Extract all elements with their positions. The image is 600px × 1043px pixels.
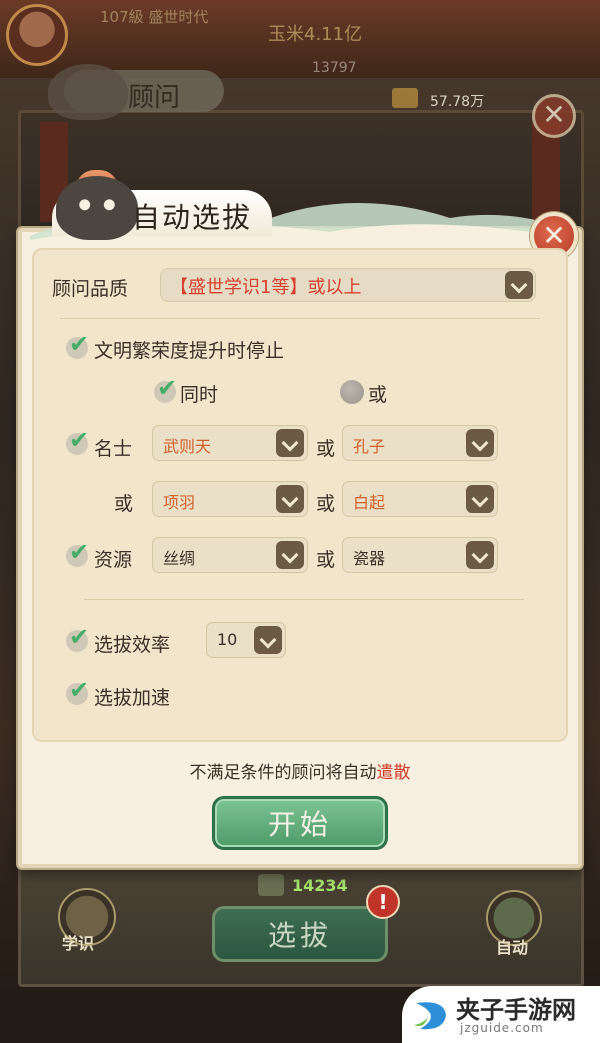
divider — [60, 318, 540, 319]
celebrity-dropdown-1[interactable]: 武则天 — [152, 425, 308, 461]
efficiency-label: 选拔效率 — [94, 634, 171, 656]
stat-value: 13797 — [312, 60, 357, 76]
celebrity-dropdown-2[interactable]: 孔子 — [342, 425, 498, 461]
power-value: 玉米4.11亿 — [268, 24, 363, 45]
check-icon: ✔ — [69, 623, 90, 651]
footnote-warning: 遣散 — [376, 763, 411, 783]
player-level: 107級 盛世时代 — [100, 8, 209, 26]
chevron-down-icon — [254, 626, 282, 654]
or-label: 或 — [316, 493, 336, 515]
footnote-text: 不满足条件的顾问将自动 — [189, 763, 377, 783]
efficiency-checkbox[interactable]: ✔ — [66, 623, 92, 653]
simultaneous-label: 同时 — [180, 384, 219, 406]
watermark-url: jzguide.com — [460, 1021, 544, 1035]
watermark-text: 夹子手游网 — [456, 996, 576, 1024]
resource-label: 资源 — [94, 549, 133, 571]
mascot-icon — [56, 176, 138, 240]
or-mode-label: 或 — [368, 384, 388, 406]
resource-checkbox[interactable]: ✔ — [66, 538, 92, 568]
watermark-logo-icon — [414, 1002, 446, 1030]
accelerate-checkbox[interactable]: ✔ — [66, 676, 92, 706]
dropdown-value: 项羽 — [163, 493, 196, 512]
or-label: 或 — [114, 493, 134, 515]
start-button-label: 开始 — [267, 808, 332, 841]
chevron-down-icon — [276, 541, 304, 569]
auto-button-label: 自动 — [496, 938, 529, 957]
select-button-label: 选拔 — [267, 919, 332, 952]
chevron-down-icon[interactable] — [505, 271, 533, 299]
chevron-down-icon — [276, 429, 304, 457]
or-mode-radio[interactable] — [340, 380, 364, 404]
resource-dropdown-1[interactable]: 丝绸 — [152, 537, 308, 573]
simultaneous-checkbox[interactable]: ✔ — [154, 374, 180, 404]
check-icon: ✔ — [69, 330, 90, 358]
or-label: 或 — [316, 438, 336, 460]
or-label: 或 — [316, 549, 336, 571]
dropdown-value: 丝绸 — [163, 549, 196, 568]
quality-value: 【盛世学识1等】或以上 — [170, 277, 362, 298]
dropdown-value: 白起 — [353, 493, 386, 512]
panel-close-button[interactable]: ✕ — [532, 94, 576, 138]
chevron-down-icon — [466, 541, 494, 569]
check-icon: ✔ — [69, 676, 90, 704]
dropdown-value: 武则天 — [163, 437, 212, 456]
quality-label: 顾问品质 — [52, 278, 129, 300]
chevron-down-icon — [276, 485, 304, 513]
accelerate-label: 选拔加速 — [94, 687, 171, 709]
cost-icon — [258, 874, 284, 896]
cost-amount: 14234 — [292, 876, 348, 895]
check-icon: ✔ — [69, 538, 90, 566]
coin-amount: 57.78万 — [430, 94, 485, 110]
check-icon: ✔ — [69, 426, 90, 454]
dropdown-value: 孔子 — [353, 437, 386, 456]
player-avatar[interactable] — [6, 4, 68, 66]
celebrity-label: 名士 — [94, 438, 133, 460]
resource-dropdown-2[interactable]: 瓷器 — [342, 537, 498, 573]
divider — [84, 599, 524, 600]
check-icon: ✔ — [157, 374, 178, 402]
celebrity-checkbox[interactable]: ✔ — [66, 426, 92, 456]
alert-badge: ! — [366, 885, 400, 919]
chevron-down-icon — [466, 485, 494, 513]
efficiency-dropdown[interactable]: 10 — [206, 622, 286, 658]
celebrity-dropdown-4[interactable]: 白起 — [342, 481, 498, 517]
panel-title: 顾问 — [128, 83, 181, 113]
dropdown-value: 瓷器 — [353, 549, 386, 568]
prosperity-stop-checkbox[interactable]: ✔ — [66, 330, 92, 360]
prosperity-stop-label: 文明繁荣度提升时停止 — [94, 340, 285, 362]
celebrity-dropdown-3[interactable]: 项羽 — [152, 481, 308, 517]
mascot-icon — [48, 64, 128, 120]
dialog-title: 自动选拔 — [132, 201, 253, 234]
coin-icon — [392, 88, 418, 108]
dropdown-value: 10 — [217, 630, 238, 649]
dismiss-footnote: 不满足条件的顾问将自动遣散 — [0, 758, 600, 783]
knowledge-button-label: 学识 — [62, 934, 95, 953]
chevron-down-icon — [466, 429, 494, 457]
